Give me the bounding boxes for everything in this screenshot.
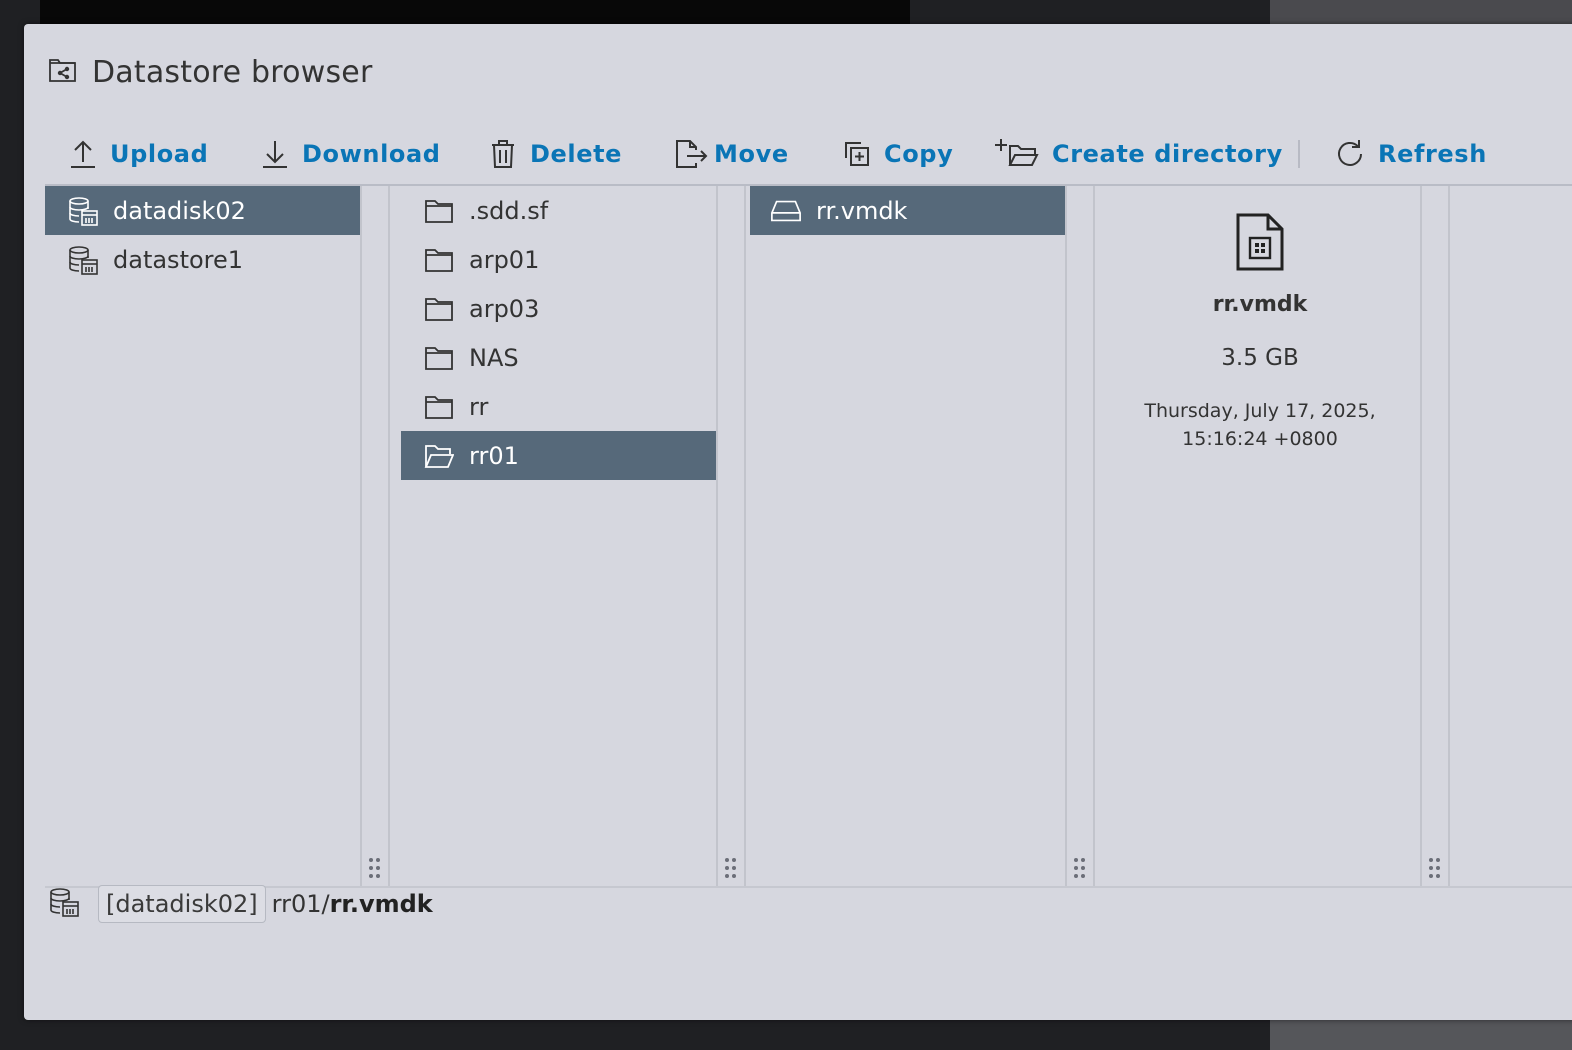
detail-file-size: 3.5 GB [1221,345,1299,371]
create-directory-button[interactable]: Create directory [994,128,1283,180]
path-bar: [datadisk02] rr01/ rr.vmdk [48,884,433,924]
datastore-icon [48,886,80,922]
detail-file-name: rr.vmdk [1212,292,1308,317]
background-window [40,0,910,26]
detail-modified-date: Thursday, July 17, 2025, 15:16:24 +0800 [1100,397,1420,453]
folder-open-icon [423,440,455,472]
copy-icon [845,142,869,166]
datastore-item-datadisk02[interactable]: datadisk02 [45,186,360,235]
upload-button[interactable]: Upload [68,128,208,180]
folder-label: NAS [469,343,519,372]
hard-disk-icon [770,195,802,227]
path-datastore-tag[interactable]: [datadisk02] [98,885,266,923]
datastore-icon [67,195,99,227]
download-button[interactable]: Download [260,128,441,180]
datastore-label: datastore1 [113,245,244,274]
datastore-label: datadisk02 [113,196,246,225]
detail-modified-line2: 15:16:24 +0800 [1182,428,1338,450]
move-button[interactable]: Move [674,128,789,180]
file-column: rr.vmdk [750,186,1065,886]
datastore-browser-dialog: Datastore browser Upload Download Delete [24,24,1572,1020]
folder-item[interactable]: arp03 [401,284,716,333]
upload-label: Upload [110,140,209,168]
column-resize-handle[interactable] [360,186,390,886]
folder-icon [423,293,455,325]
grip-icon [1074,858,1086,878]
grip-icon [725,858,737,878]
create-directory-label: Create directory [1052,140,1283,168]
dialog-header: Datastore browser [48,54,372,90]
toolbar: Upload Download Delete Move Copy Create … [24,128,1572,180]
file-label: rr.vmdk [816,196,908,225]
toolbar-divider [1298,140,1300,168]
folder-item[interactable]: NAS [401,333,716,382]
datastore-item-datastore1[interactable]: datastore1 [45,235,360,284]
upload-icon [71,140,95,168]
folder-item[interactable]: arp01 [401,235,716,284]
folder-icon [423,391,455,423]
folder-label: rr01 [469,441,519,470]
new-folder-icon [995,139,1039,166]
refresh-label: Refresh [1378,140,1487,168]
move-label: Move [714,140,789,168]
grip-icon [1429,858,1441,878]
download-label: Download [302,140,441,168]
folder-label: .sdd.sf [469,196,549,225]
folder-icon [423,342,455,374]
file-item-selected[interactable]: rr.vmdk [750,186,1065,235]
background-window-bottom [1270,1020,1572,1050]
folder-item-selected[interactable]: rr01 [401,431,716,480]
trash-icon [492,140,514,168]
delete-label: Delete [530,140,623,168]
folder-share-icon [48,56,78,88]
grip-icon [369,858,381,878]
folder-item[interactable]: rr [401,382,716,431]
path-file: rr.vmdk [329,890,433,918]
file-browser: datadisk02 datastore1 .sdd.sf arp01 arp0… [45,184,1572,888]
background-window-right [1270,0,1572,26]
folder-icon [423,244,455,276]
folder-label: rr [469,392,489,421]
datastore-icon [67,244,99,276]
column-resize-handle[interactable] [1420,186,1450,886]
folder-item[interactable]: .sdd.sf [401,186,716,235]
copy-label: Copy [884,140,954,168]
delete-button[interactable]: Delete [488,128,622,180]
path-folder: rr01/ [271,890,330,918]
refresh-icon [1338,140,1362,166]
folder-icon [423,195,455,227]
folder-label: arp01 [469,245,540,274]
dialog-title: Datastore browser [92,54,373,90]
file-details-panel: rr.vmdk 3.5 GB Thursday, July 17, 2025, … [1100,186,1420,453]
detail-modified-line1: Thursday, July 17, 2025, [1144,400,1376,422]
folder-column: .sdd.sf arp01 arp03 NAS rr rr01 [401,186,716,886]
folder-label: arp03 [469,294,540,323]
vmdk-file-icon [1100,212,1420,276]
refresh-button[interactable]: Refresh [1334,128,1487,180]
move-icon [676,140,708,168]
download-icon [263,141,287,168]
datastore-column: datadisk02 datastore1 [45,186,360,886]
column-resize-handle[interactable] [1065,186,1095,886]
copy-button[interactable]: Copy [842,128,953,180]
column-resize-handle[interactable] [716,186,746,886]
